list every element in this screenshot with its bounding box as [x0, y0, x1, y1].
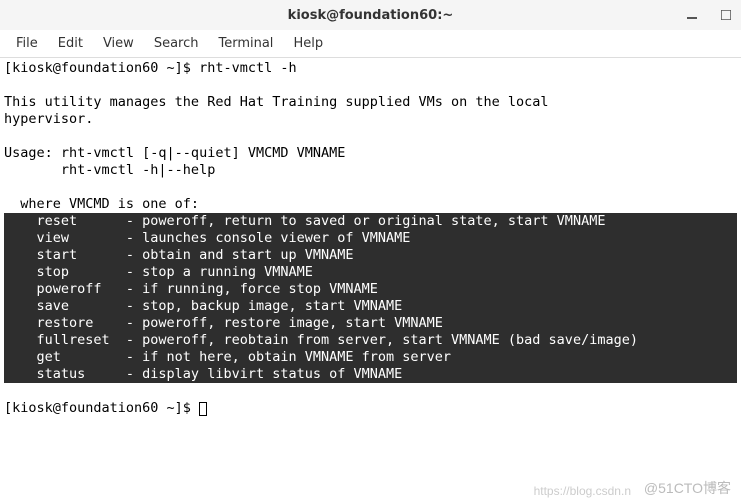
menu-edit[interactable]: Edit [48, 32, 93, 55]
prompt: [kiosk@foundation60 ~]$ [4, 60, 199, 76]
output-line-highlighted: status - display libvirt status of VMNAM… [4, 366, 737, 383]
output-line: hypervisor. [4, 111, 93, 127]
output-line-highlighted: fullreset - poweroff, reobtain from serv… [4, 332, 737, 349]
output-line-highlighted: poweroff - if running, force stop VMNAME [4, 281, 737, 298]
output-line: rht-vmctl -h|--help [4, 162, 215, 178]
output-line-highlighted: view - launches console viewer of VMNAME [4, 230, 737, 247]
output-line-highlighted: stop - stop a running VMNAME [4, 264, 737, 281]
output-line-highlighted: start - obtain and start up VMNAME [4, 247, 737, 264]
cursor [199, 402, 207, 416]
menu-help[interactable]: Help [283, 32, 333, 55]
terminal-area[interactable]: [kiosk@foundation60 ~]$ rht-vmctl -h Thi… [0, 58, 741, 504]
output-line-highlighted: get - if not here, obtain VMNAME from se… [4, 349, 737, 366]
window-titlebar: kiosk@foundation60:~ [0, 0, 741, 30]
output-line-highlighted: save - stop, backup image, start VMNAME [4, 298, 737, 315]
window-title: kiosk@foundation60:~ [288, 8, 454, 23]
output-line: where VMCMD is one of: [4, 196, 199, 212]
menu-search[interactable]: Search [144, 32, 209, 55]
output-line-highlighted: restore - poweroff, restore image, start… [4, 315, 737, 332]
maximize-icon[interactable] [719, 8, 733, 22]
prompt: [kiosk@foundation60 ~]$ [4, 400, 199, 416]
menu-terminal[interactable]: Terminal [208, 32, 283, 55]
minimize-icon[interactable] [685, 8, 699, 22]
menubar: File Edit View Search Terminal Help [0, 30, 741, 58]
window-controls [685, 8, 733, 22]
output-line-highlighted: reset - poweroff, return to saved or ori… [4, 213, 737, 230]
menu-file[interactable]: File [6, 32, 48, 55]
menu-view[interactable]: View [93, 32, 144, 55]
command: rht-vmctl -h [199, 60, 297, 76]
output-line: This utility manages the Red Hat Trainin… [4, 94, 549, 110]
output-line: Usage: rht-vmctl [-q|--quiet] VMCMD VMNA… [4, 145, 345, 161]
